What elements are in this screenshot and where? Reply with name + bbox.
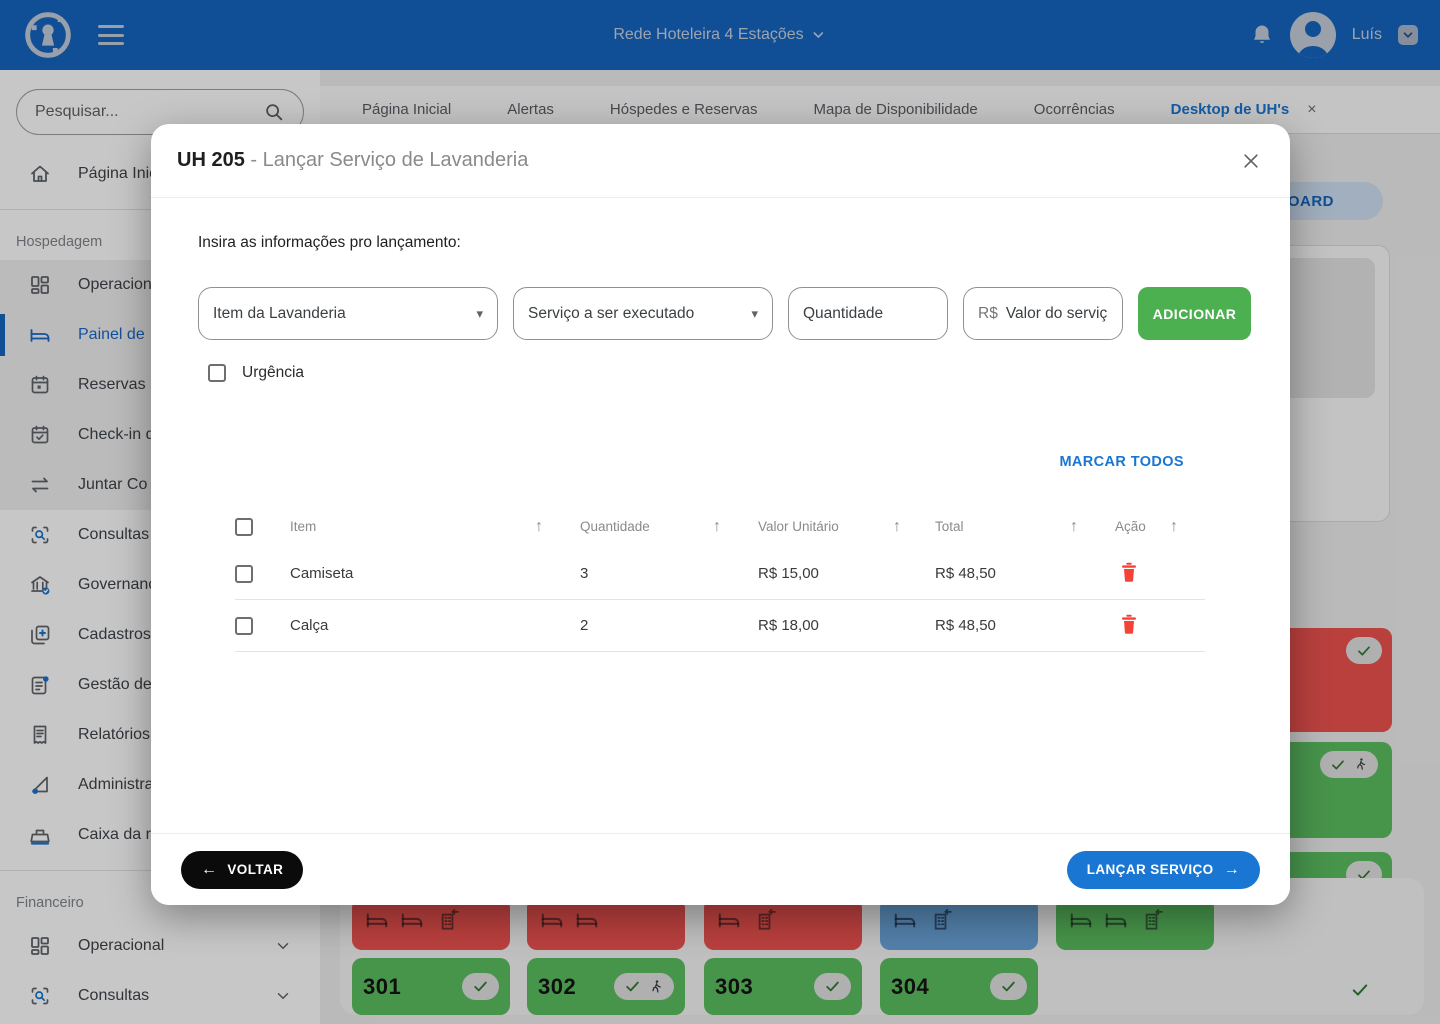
sort-arrow-icon[interactable]: ↑ (713, 518, 758, 536)
sort-arrow-icon[interactable]: ↑ (535, 518, 580, 536)
urgency-label: Urgência (242, 364, 304, 382)
add-button[interactable]: ADICIONAR (1138, 287, 1251, 340)
delete-row-button[interactable] (1115, 560, 1143, 588)
sort-arrow-icon[interactable]: ↑ (1170, 518, 1205, 536)
modal-title-text: Lançar Serviço de Lavanderia (263, 149, 529, 171)
column-header-total: Total (935, 519, 1070, 534)
modal-title: UH 205 - Lançar Serviço de Lavanderia (177, 149, 528, 172)
service-select[interactable]: Serviço a ser executado ▾ (513, 287, 773, 340)
dropdown-arrow-icon: ▾ (751, 306, 758, 322)
select-placeholder: Serviço a ser executado (528, 305, 694, 323)
cell-unit-value: R$ 15,00 (758, 565, 893, 582)
sort-arrow-icon[interactable]: ↑ (1070, 518, 1115, 536)
submit-service-button[interactable]: LANÇAR SERVIÇO → (1067, 851, 1260, 889)
column-header-valor-unitario: Valor Unitário (758, 519, 893, 534)
arrow-left-icon: ← (201, 861, 217, 879)
sort-arrow-icon[interactable]: ↑ (893, 518, 935, 536)
quantity-field[interactable] (788, 287, 948, 340)
back-button-label: VOLTAR (227, 862, 283, 877)
service-value-input[interactable] (1006, 305, 1108, 323)
table-row: Camiseta 3 R$ 15,00 R$ 48,50 (235, 548, 1205, 600)
cell-unit-value: R$ 18,00 (758, 617, 893, 634)
items-table: Item ↑ Quantidade ↑ Valor Unitário ↑ Tot… (235, 505, 1205, 652)
title-separator: - (250, 149, 257, 171)
dropdown-arrow-icon: ▾ (476, 306, 483, 322)
column-header-acao: Ação (1115, 519, 1170, 534)
cell-total: R$ 48,50 (935, 617, 1070, 634)
table-row: Calça 2 R$ 18,00 R$ 48,50 (235, 600, 1205, 652)
select-all-checkbox[interactable] (235, 518, 253, 536)
cell-total: R$ 48,50 (935, 565, 1070, 582)
laundry-service-modal: UH 205 - Lançar Serviço de Lavanderia In… (151, 124, 1290, 905)
laundry-item-select[interactable]: Item da Lavanderia ▾ (198, 287, 498, 340)
arrow-right-icon: → (1224, 861, 1240, 879)
submit-button-label: LANÇAR SERVIÇO (1087, 862, 1214, 877)
unit-label: UH 205 (177, 149, 245, 171)
urgency-checkbox[interactable] (208, 364, 226, 382)
currency-prefix: R$ (978, 305, 998, 323)
row-checkbox[interactable] (235, 565, 253, 583)
select-placeholder: Item da Lavanderia (213, 305, 346, 323)
urgency-option: Urgência (208, 364, 304, 382)
back-button[interactable]: ← VOLTAR (181, 851, 303, 889)
service-form: Item da Lavanderia ▾ Serviço a ser execu… (198, 287, 1251, 340)
modal-intro-text: Insira as informações pro lançamento: (198, 234, 461, 252)
cell-item: Camiseta (290, 565, 535, 582)
delete-row-button[interactable] (1115, 612, 1143, 640)
modal-footer: ← VOLTAR LANÇAR SERVIÇO → (151, 833, 1290, 905)
quantity-input[interactable] (803, 305, 933, 323)
column-header-item: Item (290, 519, 535, 534)
table-header-row: Item ↑ Quantidade ↑ Valor Unitário ↑ Tot… (235, 505, 1205, 548)
cell-quantity: 3 (580, 565, 713, 582)
mark-all-link[interactable]: MARCAR TODOS (1059, 454, 1184, 470)
close-icon[interactable] (1238, 148, 1264, 174)
modal-header: UH 205 - Lançar Serviço de Lavanderia (151, 124, 1290, 198)
column-header-quantidade: Quantidade (580, 519, 713, 534)
cell-quantity: 2 (580, 617, 713, 634)
cell-item: Calça (290, 617, 535, 634)
row-checkbox[interactable] (235, 617, 253, 635)
trash-icon (1117, 560, 1141, 584)
service-value-field[interactable]: R$ (963, 287, 1123, 340)
trash-icon (1117, 612, 1141, 636)
